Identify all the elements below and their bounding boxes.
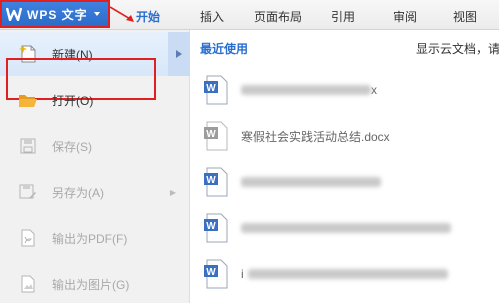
svg-text:W: W bbox=[206, 267, 216, 278]
chevron-right-icon: ▶ bbox=[169, 187, 176, 197]
menu-item-save[interactable]: 保存(S) bbox=[0, 124, 190, 168]
word-document-icon: W bbox=[204, 121, 228, 151]
blurred-filename bbox=[247, 269, 448, 279]
save-icon bbox=[18, 136, 38, 156]
blurred-filename bbox=[241, 85, 371, 95]
recent-title: 最近使用 bbox=[200, 42, 249, 56]
tab-insert[interactable]: 插入 bbox=[200, 8, 224, 25]
file-menu: 新建(N) 打开(O) 保存(S) 另存为(A) ▶ 输出为PDF(F) 输出为… bbox=[0, 30, 190, 303]
word-document-icon: W bbox=[204, 75, 228, 105]
menu-item-label: 保存(S) bbox=[52, 139, 92, 154]
svg-text:W: W bbox=[206, 221, 216, 232]
blurred-filename bbox=[241, 177, 381, 187]
new-document-icon bbox=[18, 44, 38, 64]
file-name: 寒假社会实践活动总结.docx bbox=[241, 129, 390, 144]
tab-home[interactable]: 开始 bbox=[136, 8, 160, 25]
svg-text:W: W bbox=[206, 83, 216, 94]
annotation-arrow-icon bbox=[109, 6, 134, 22]
word-document-icon: W bbox=[204, 167, 228, 197]
word-document-icon: W bbox=[204, 259, 228, 289]
open-folder-icon bbox=[18, 90, 38, 110]
recent-files-panel: 最近使用 显示云文档，请 W x W 寒假社会实践活动总结.docx W W W… bbox=[191, 30, 499, 303]
wps-menu-button[interactable]: WPS 文字 bbox=[1, 1, 108, 27]
menu-item-label: 新建(N) bbox=[52, 47, 93, 62]
svg-text:W: W bbox=[206, 175, 216, 186]
word-document-icon: W bbox=[204, 213, 228, 243]
file-name: x bbox=[371, 83, 377, 97]
chevron-down-icon bbox=[93, 12, 100, 16]
menu-item-label: 输出为图片(G) bbox=[52, 277, 130, 292]
recent-file-item[interactable]: W i bbox=[203, 256, 493, 292]
cloud-docs-hint[interactable]: 显示云文档，请 bbox=[416, 40, 499, 57]
recent-file-item[interactable]: W 寒假社会实践活动总结.docx bbox=[203, 118, 493, 154]
tab-references[interactable]: 引用 bbox=[331, 8, 355, 25]
recent-file-item[interactable]: W bbox=[203, 164, 493, 200]
tab-review[interactable]: 审阅 bbox=[393, 8, 417, 25]
tab-page-layout[interactable]: 页面布局 bbox=[254, 8, 302, 25]
menu-item-label: 输出为PDF(F) bbox=[52, 231, 128, 246]
wps-logo-icon bbox=[5, 5, 23, 23]
recent-file-item[interactable]: W x bbox=[203, 72, 493, 108]
file-name: i bbox=[241, 267, 244, 281]
svg-text:W: W bbox=[206, 129, 216, 140]
export-image-icon bbox=[18, 274, 38, 294]
menu-item-save-as[interactable]: 另存为(A) ▶ bbox=[0, 170, 190, 214]
menu-item-export-image[interactable]: 输出为图片(G) bbox=[0, 262, 190, 306]
tab-view[interactable]: 视图 bbox=[453, 8, 477, 25]
ribbon-tab-bar: WPS 文字 开始 插入 页面布局 引用 审阅 视图 bbox=[0, 0, 499, 30]
save-as-icon bbox=[18, 182, 38, 202]
wps-menu-label: WPS 文字 bbox=[27, 7, 88, 22]
blurred-filename bbox=[241, 223, 451, 233]
recent-file-item[interactable]: W bbox=[203, 210, 493, 246]
menu-item-label: 另存为(A) bbox=[52, 185, 104, 200]
export-pdf-icon bbox=[18, 228, 38, 248]
menu-item-label: 打开(O) bbox=[52, 93, 94, 108]
menu-item-export-pdf[interactable]: 输出为PDF(F) bbox=[0, 216, 190, 260]
menu-item-new[interactable]: 新建(N) bbox=[0, 32, 190, 76]
submenu-arrow-icon[interactable] bbox=[168, 32, 190, 76]
menu-item-open[interactable]: 打开(O) bbox=[0, 78, 190, 122]
